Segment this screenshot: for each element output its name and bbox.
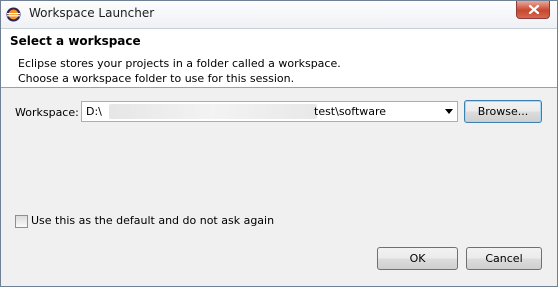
workspace-launcher-dialog: Workspace Launcher Select a workspace Ec… [0,0,558,287]
workspace-path-prefix: D:\ [86,105,102,118]
ok-button[interactable]: OK [377,247,458,270]
default-checkbox-label[interactable]: Use this as the default and do not ask a… [31,214,274,227]
eclipse-icon [6,7,21,22]
close-icon [528,5,540,14]
cancel-button[interactable]: Cancel [466,247,542,270]
default-checkbox[interactable] [15,215,28,228]
redacted-path-segment [109,104,317,119]
browse-button[interactable]: Browse... [464,100,542,123]
chevron-down-icon[interactable] [445,109,453,114]
workspace-combo[interactable]: D:\ test\software [81,101,458,122]
dialog-heading: Select a workspace [10,34,141,48]
workspace-label: Workspace: [15,106,79,119]
dialog-header: Select a workspace Eclipse stores your p… [1,29,557,88]
workspace-path-suffix: test\software [314,105,387,118]
dialog-body: Workspace: D:\ test\software Browse... U… [1,88,557,286]
title-bar[interactable]: Workspace Launcher [1,1,557,29]
description-line-2: Choose a workspace folder to use for thi… [18,72,295,85]
description-line-1: Eclipse stores your projects in a folder… [18,57,341,70]
close-button[interactable] [516,1,550,19]
window-title: Workspace Launcher [29,6,155,20]
dialog-description: Eclipse stores your projects in a folder… [18,56,341,86]
